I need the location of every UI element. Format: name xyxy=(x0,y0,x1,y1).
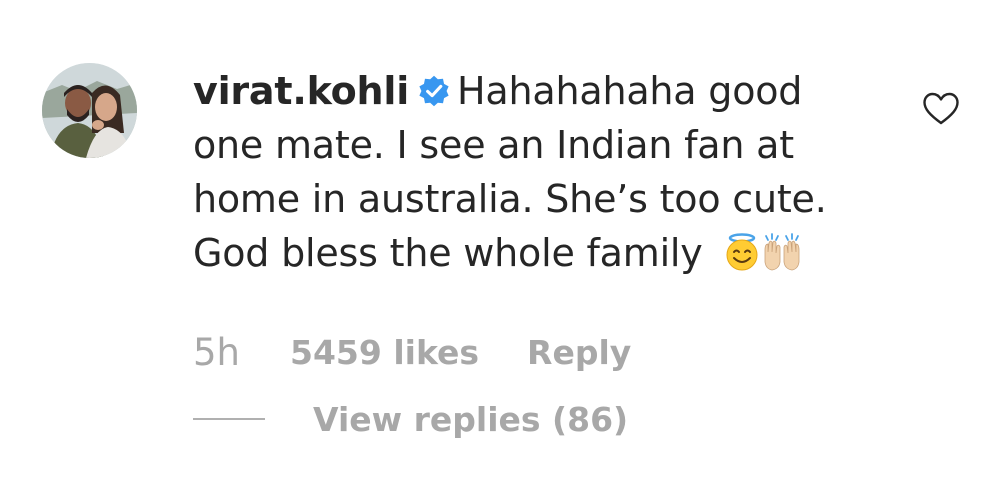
comment-line-3: home in australia. She’s too cute. xyxy=(193,177,827,221)
replies-divider xyxy=(193,418,265,420)
view-replies-button[interactable]: View replies (86) xyxy=(313,400,628,439)
halo-smile-emoji-icon xyxy=(726,233,758,271)
likes-count[interactable]: 5459 likes xyxy=(290,333,479,372)
heart-outline-icon[interactable] xyxy=(922,92,960,126)
view-replies-row: View replies (86) xyxy=(193,397,628,441)
avatar[interactable] xyxy=(42,63,137,158)
verified-badge-icon xyxy=(419,75,449,107)
comment-line-2: one mate. I see an Indian fan at xyxy=(193,123,794,167)
username-link[interactable]: virat.kohli xyxy=(193,69,409,113)
timestamp: 5h xyxy=(193,330,240,374)
raising-hands-emoji-icon xyxy=(765,233,800,271)
comment-line-4: God bless the whole family xyxy=(193,231,703,275)
comment-line-1: Hahahahaha good xyxy=(457,69,803,113)
comment-meta: 5h 5459 likes Reply xyxy=(193,330,631,374)
comment-item: virat.kohli Hahahahaha good one mate. I s… xyxy=(0,0,992,478)
comment-text: virat.kohli Hahahahaha good one mate. I s… xyxy=(193,64,883,280)
reply-button[interactable]: Reply xyxy=(527,333,631,372)
